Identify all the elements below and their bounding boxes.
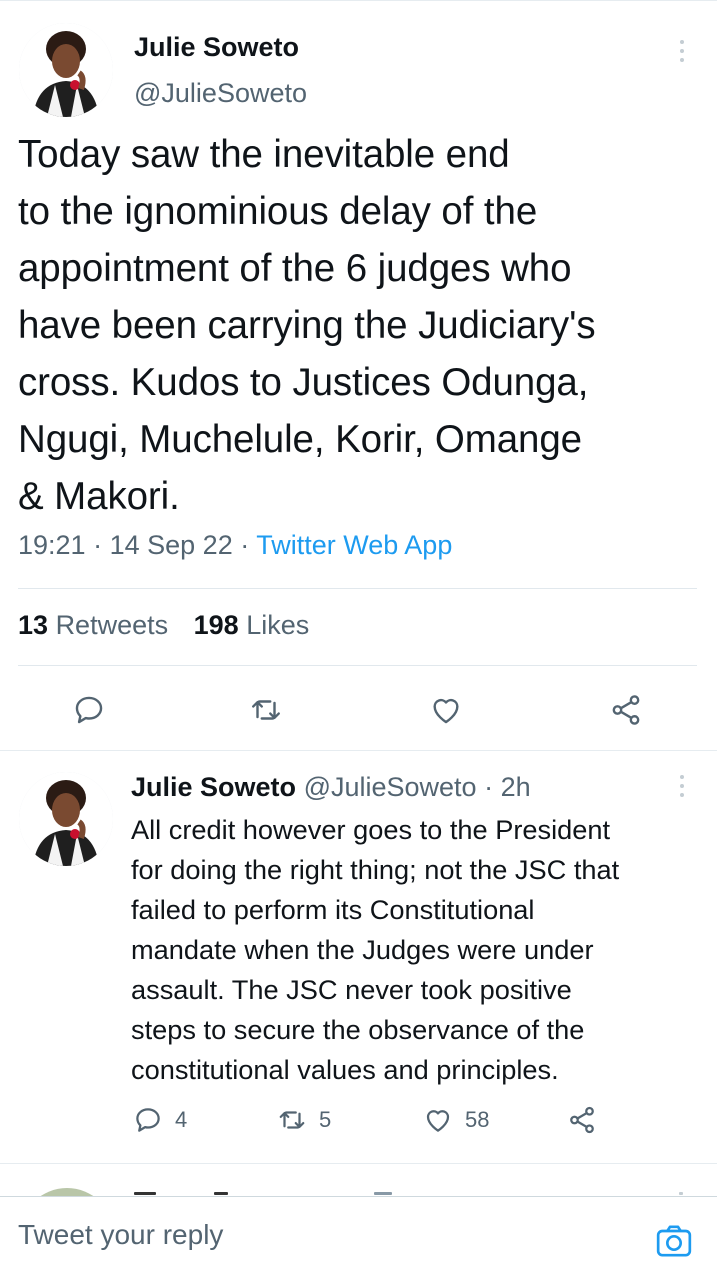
reply-count: 4 bbox=[175, 1107, 188, 1132]
tweet-actions bbox=[0, 688, 717, 732]
next-reply-kebab-fragment bbox=[679, 1192, 683, 1195]
likes-label: Likes bbox=[246, 610, 310, 640]
more-options-icon[interactable] bbox=[678, 40, 686, 62]
engagement-stats: 13 Retweets 198 Likes bbox=[18, 610, 309, 641]
like-icon[interactable] bbox=[424, 688, 468, 732]
avatar-image bbox=[19, 772, 113, 866]
section-divider bbox=[0, 750, 717, 751]
reply-header: Julie Soweto @JulieSoweto · 2h bbox=[131, 772, 531, 803]
reply-composer bbox=[0, 1196, 717, 1274]
next-reply-handle-fragment bbox=[374, 1192, 392, 1195]
author-name[interactable]: Julie Soweto bbox=[134, 32, 299, 63]
tweet-date: 14 Sep 22 bbox=[109, 530, 233, 560]
retweet-count: 5 bbox=[319, 1107, 332, 1132]
reply-text: All credit however goes to the President… bbox=[131, 814, 620, 1085]
likes-stat[interactable]: 198 Likes bbox=[194, 610, 310, 640]
reply-author-name[interactable]: Julie Soweto bbox=[131, 772, 296, 802]
retweet-icon bbox=[279, 1111, 305, 1129]
reply-actions: 4 5 58 bbox=[0, 1100, 717, 1140]
reply-separator: · bbox=[484, 772, 494, 802]
camera-icon[interactable] bbox=[654, 1221, 694, 1261]
reply-icon[interactable] bbox=[67, 688, 111, 732]
reply-share-button[interactable] bbox=[567, 1100, 597, 1140]
tweet-time: 19:21 bbox=[18, 530, 86, 560]
author-handle[interactable]: @JulieSoweto bbox=[134, 78, 307, 109]
share-icon bbox=[570, 1106, 594, 1134]
tweet-text: Today saw the inevitable end to the igno… bbox=[18, 133, 596, 518]
avatar[interactable] bbox=[19, 23, 113, 117]
share-icon[interactable] bbox=[604, 688, 648, 732]
retweets-label: Retweets bbox=[55, 610, 169, 640]
reply-retweet-button[interactable]: 5 bbox=[277, 1100, 331, 1140]
meta-separator: · bbox=[93, 530, 103, 560]
reply-icon bbox=[136, 1108, 160, 1132]
meta-separator: · bbox=[240, 530, 250, 560]
next-reply-name-fragment bbox=[214, 1192, 228, 1195]
tweet-meta: 19:21 · 14 Sep 22 · Twitter Web App bbox=[18, 530, 452, 561]
like-icon bbox=[426, 1110, 450, 1132]
reply-avatar[interactable] bbox=[19, 772, 113, 866]
retweets-count: 13 bbox=[18, 610, 49, 640]
source-app-link[interactable]: Twitter Web App bbox=[256, 530, 452, 560]
reply-like-button[interactable]: 58 bbox=[423, 1100, 489, 1140]
divider bbox=[18, 588, 697, 589]
reply-age: 2h bbox=[500, 772, 531, 802]
like-count: 58 bbox=[465, 1107, 490, 1132]
retweets-stat[interactable]: 13 Retweets bbox=[18, 610, 168, 640]
retweet-icon[interactable] bbox=[244, 688, 288, 732]
next-reply-name-fragment bbox=[134, 1192, 156, 1195]
reply-author-handle[interactable]: @JulieSoweto bbox=[304, 772, 477, 802]
likes-count: 198 bbox=[193, 610, 239, 640]
reply-more-options-icon[interactable] bbox=[678, 775, 686, 797]
section-divider bbox=[0, 1163, 717, 1164]
divider bbox=[18, 665, 697, 666]
reply-input[interactable] bbox=[18, 1215, 618, 1255]
main-tweet: Julie Soweto @JulieSoweto Today saw the … bbox=[0, 0, 717, 750]
avatar-image bbox=[19, 23, 113, 117]
reply-reply-button[interactable]: 4 bbox=[133, 1100, 187, 1140]
